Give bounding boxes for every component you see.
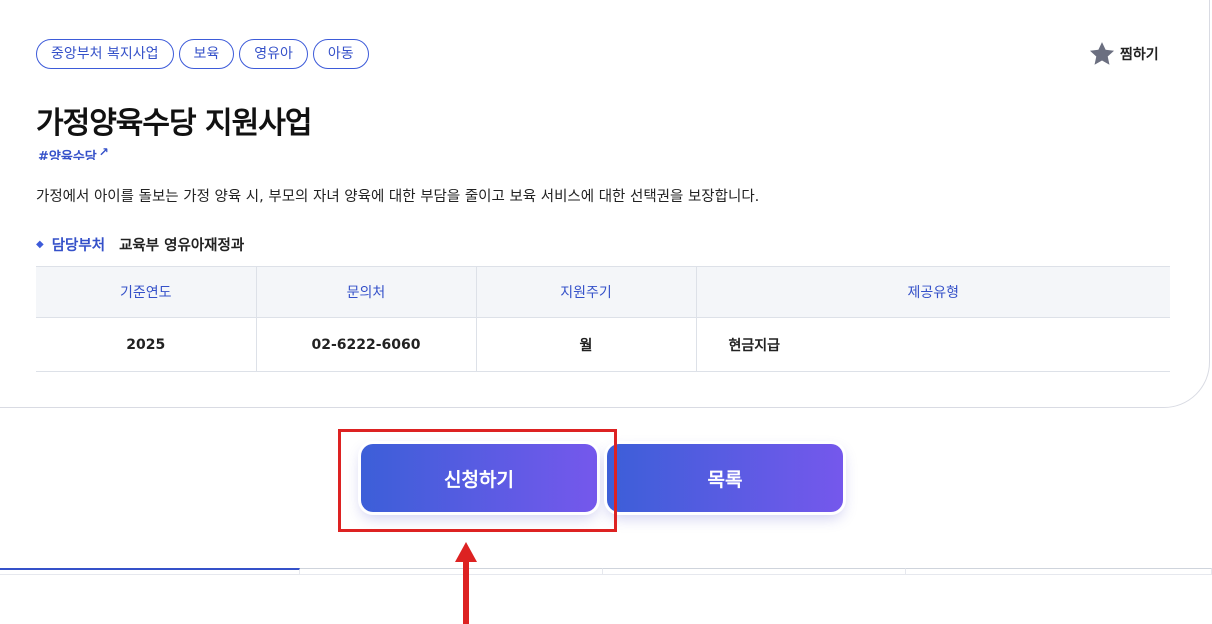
table-header-row: 기준연도 문의처 지원주기 제공유형	[36, 266, 1170, 318]
tab-divider	[0, 574, 1212, 575]
page-title: 가정양육수당 지원사업	[36, 106, 312, 141]
table-cell: 2025	[36, 317, 257, 372]
department-value: 교육부 영유아재정과	[119, 238, 245, 254]
highlight-box	[338, 429, 617, 532]
list-button[interactable]: 목록	[607, 444, 843, 512]
hashtag-text: #양육수당	[38, 150, 97, 160]
table-header: 지원주기	[476, 266, 697, 318]
tag-central-welfare[interactable]: 중앙부처 복지사업	[36, 39, 174, 69]
table-header: 기준연도	[36, 266, 257, 318]
table-header: 문의처	[256, 266, 477, 318]
tag-list: 중앙부처 복지사업 보육 영유아 아동	[36, 39, 369, 69]
department-info: ◆ 담당부처 교육부 영유아재정과	[36, 234, 244, 255]
bullet-icon: ◆	[36, 239, 44, 250]
tag-childcare[interactable]: 보육	[178, 39, 235, 69]
program-info-table: 기준연도 문의처 지원주기 제공유형 2025 02-6222-6060 월 현…	[36, 266, 1170, 372]
program-description: 가정에서 아이를 돌보는 가정 양육 시, 부모의 자녀 양육에 대한 부담을 …	[36, 189, 760, 205]
table-cell: 02-6222-6060	[256, 317, 477, 372]
table-cell: 월	[476, 317, 697, 372]
tag-infant[interactable]: 영유아	[239, 39, 308, 69]
table-row: 2025 02-6222-6060 월 현금지급	[36, 317, 1170, 372]
external-link-icon: ↗	[98, 146, 109, 159]
arrow-up-icon	[455, 542, 477, 624]
department-label: 담당부처	[51, 238, 106, 254]
tag-child[interactable]: 아동	[312, 39, 369, 69]
hashtag-link[interactable]: #양육수당 ↗	[38, 146, 109, 160]
star-icon	[1089, 42, 1115, 65]
table-header: 제공유형	[696, 266, 1170, 318]
favorite-label: 찜하기	[1120, 47, 1159, 63]
favorite-button[interactable]: 찜하기	[1088, 40, 1159, 68]
table-cell: 현금지급	[696, 317, 1170, 372]
